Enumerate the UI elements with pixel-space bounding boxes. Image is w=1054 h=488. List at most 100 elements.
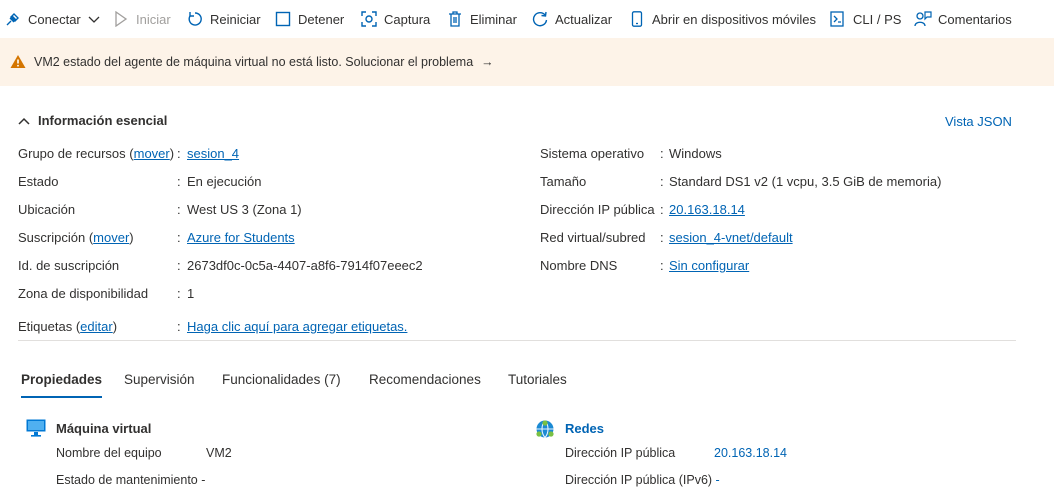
net-public-ipv6-label: Dirección IP pública (IPv6) - xyxy=(565,473,720,487)
restart-icon xyxy=(186,10,204,28)
open-mobile-label: Abrir en dispositivos móviles xyxy=(652,11,817,27)
subscription-id-value: 2673df0c-0c5a-4407-a8f6-7914f07eeec2 xyxy=(187,258,423,273)
tab-recommendations[interactable]: Recomendaciones xyxy=(369,372,481,387)
availability-zone-value: 1 xyxy=(187,286,195,301)
separator: : xyxy=(660,202,664,217)
resource-group-value[interactable]: sesion_4 xyxy=(187,146,239,161)
stop-icon xyxy=(274,10,292,28)
resource-group-row: Grupo de recursos (mover) xyxy=(18,146,174,161)
vnet-subnet-value[interactable]: sesion_4-vnet/default xyxy=(669,230,793,245)
tab-properties[interactable]: Propiedades xyxy=(21,372,103,398)
networking-section-title[interactable]: Redes xyxy=(565,421,604,436)
net-public-ipv6-value: - xyxy=(715,473,720,487)
computer-name-label: Nombre del equipo xyxy=(56,446,162,460)
subscription-value[interactable]: Azure for Students xyxy=(187,230,295,245)
chevron-down-icon[interactable] xyxy=(88,12,100,27)
command-bar: Conectar Iniciar Reiniciar Detener Captu… xyxy=(0,0,1054,38)
tags-label: Etiquetas (editar) xyxy=(18,319,118,334)
subscription-label: Suscripción (mover) xyxy=(18,230,134,245)
edit-tags-link[interactable]: editar xyxy=(80,319,113,334)
trash-icon xyxy=(446,10,464,28)
separator: : xyxy=(660,230,664,245)
separator: : xyxy=(177,286,181,301)
separator: : xyxy=(177,230,181,245)
tab-capabilities[interactable]: Funcionalidades (7) xyxy=(222,372,341,387)
vnet-subnet-label: Red virtual/subred xyxy=(540,230,646,245)
warning-icon xyxy=(10,54,26,72)
monitor-icon xyxy=(26,419,46,440)
vm-section-title: Máquina virtual xyxy=(56,421,152,436)
terminal-icon xyxy=(829,10,847,28)
start-button[interactable]: Iniciar xyxy=(112,9,171,29)
feedback-button[interactable]: Comentarios xyxy=(914,9,1012,29)
essentials-toggle[interactable]: Información esencial xyxy=(18,113,167,128)
arrow-right-icon: → xyxy=(481,55,494,69)
size-value: Standard DS1 v2 (1 vcpu, 3.5 GiB de memo… xyxy=(669,174,942,189)
separator: : xyxy=(177,174,181,189)
json-view-link[interactable]: Vista JSON xyxy=(945,114,1012,129)
plug-icon xyxy=(4,10,22,28)
connect-label: Conectar xyxy=(28,11,81,27)
connect-button[interactable]: Conectar xyxy=(4,9,100,29)
public-ip-value[interactable]: 20.163.18.14 xyxy=(669,202,745,217)
maintenance-status-label: Estado de mantenimiento - xyxy=(56,473,206,487)
play-icon xyxy=(112,10,130,28)
restart-label: Reiniciar xyxy=(210,11,261,27)
separator: : xyxy=(177,202,181,217)
separator: : xyxy=(177,258,181,273)
computer-name-value: VM2 xyxy=(206,446,232,460)
separator: : xyxy=(660,258,664,273)
delete-label: Eliminar xyxy=(470,11,517,27)
warning-banner[interactable]: VM2 estado del agente de máquina virtual… xyxy=(0,38,1054,86)
subscription-row: Suscripción (mover) xyxy=(18,230,134,245)
subscription-id-label: Id. de suscripción xyxy=(18,258,120,273)
os-value: Windows xyxy=(669,146,722,161)
tab-tutorials[interactable]: Tutoriales xyxy=(508,372,567,387)
refresh-button[interactable]: Actualizar xyxy=(531,9,612,29)
separator: : xyxy=(177,319,181,334)
move-subscription-link[interactable]: mover xyxy=(93,230,129,245)
maintenance-status-value: - xyxy=(201,473,206,487)
warning-text: VM2 estado del agente de máquina virtual… xyxy=(34,55,474,69)
delete-button[interactable]: Eliminar xyxy=(446,9,517,29)
capture-button[interactable]: Captura xyxy=(360,9,430,29)
status-label: Estado xyxy=(18,174,59,189)
status-value: En ejecución xyxy=(187,174,262,189)
move-rg-link[interactable]: mover xyxy=(134,146,170,161)
open-mobile-button[interactable]: Abrir en dispositivos móviles xyxy=(628,9,816,29)
essentials-title: Información esencial xyxy=(38,113,168,128)
cli-ps-label: CLI / PS xyxy=(853,11,902,27)
tags-row: Etiquetas (editar) xyxy=(18,319,117,334)
cli-ps-button[interactable]: CLI / PS xyxy=(829,9,901,29)
resource-group-label: Grupo de recursos (mover) xyxy=(18,146,175,161)
public-ip-label: Dirección IP pública xyxy=(540,202,655,217)
separator: : xyxy=(177,146,181,161)
location-value: West US 3 (Zona 1) xyxy=(187,202,302,217)
net-public-ip-value[interactable]: 20.163.18.14 xyxy=(714,446,787,460)
restart-button[interactable]: Reiniciar xyxy=(186,9,261,29)
dns-name-value[interactable]: Sin configurar xyxy=(669,258,749,273)
capture-label: Captura xyxy=(384,11,431,27)
separator: : xyxy=(660,146,664,161)
add-tags-link[interactable]: Haga clic aquí para agregar etiquetas. xyxy=(187,319,407,334)
network-icon xyxy=(535,419,555,442)
feedback-icon xyxy=(914,10,932,28)
dns-name-label: Nombre DNS xyxy=(540,258,618,273)
size-label: Tamaño xyxy=(540,174,587,189)
divider xyxy=(18,340,1016,341)
chevron-up-icon xyxy=(18,113,30,128)
start-label: Iniciar xyxy=(136,11,171,27)
availability-zone-label: Zona de disponibilidad xyxy=(18,286,149,301)
separator: : xyxy=(660,174,664,189)
refresh-label: Actualizar xyxy=(555,11,613,27)
stop-button[interactable]: Detener xyxy=(274,9,344,29)
feedback-label: Comentarios xyxy=(938,11,1012,27)
mobile-phone-icon xyxy=(628,10,646,28)
stop-label: Detener xyxy=(298,11,345,27)
location-label: Ubicación xyxy=(18,202,76,217)
tab-monitoring[interactable]: Supervisión xyxy=(124,372,195,387)
warning-message[interactable]: VM2 estado del agente de máquina virtual… xyxy=(34,55,494,69)
refresh-icon xyxy=(531,10,549,28)
capture-icon xyxy=(360,10,378,28)
os-label: Sistema operativo xyxy=(540,146,645,161)
